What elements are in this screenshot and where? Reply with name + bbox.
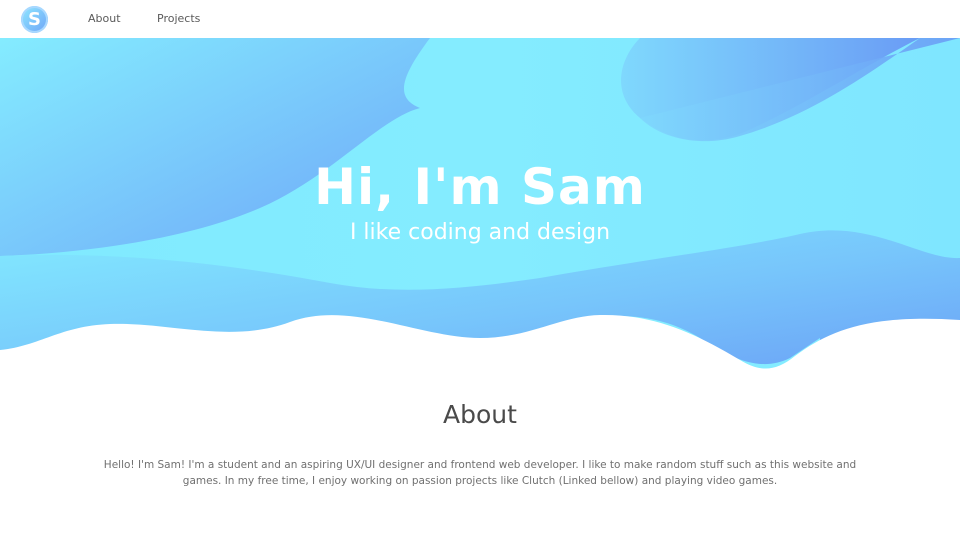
top-navbar: S About Projects: [0, 0, 960, 38]
nav-link-about[interactable]: About: [88, 12, 121, 25]
page: S About Projects Hi, I'm Sam I like codi…: [0, 0, 960, 540]
hero-subtitle: I like coding and design: [349, 220, 611, 245]
about-paragraph: Hello! I'm Sam! I'm a student and an asp…: [103, 459, 857, 487]
logo-home-button[interactable]: S: [21, 6, 48, 33]
hero-banner: Hi, I'm Sam I like coding and design: [0, 38, 960, 378]
about-heading: About: [443, 400, 517, 429]
nav-link-projects[interactable]: Projects: [157, 12, 200, 25]
logo-letter: S: [28, 8, 41, 30]
hero-title: Hi, I'm Sam: [314, 158, 646, 216]
